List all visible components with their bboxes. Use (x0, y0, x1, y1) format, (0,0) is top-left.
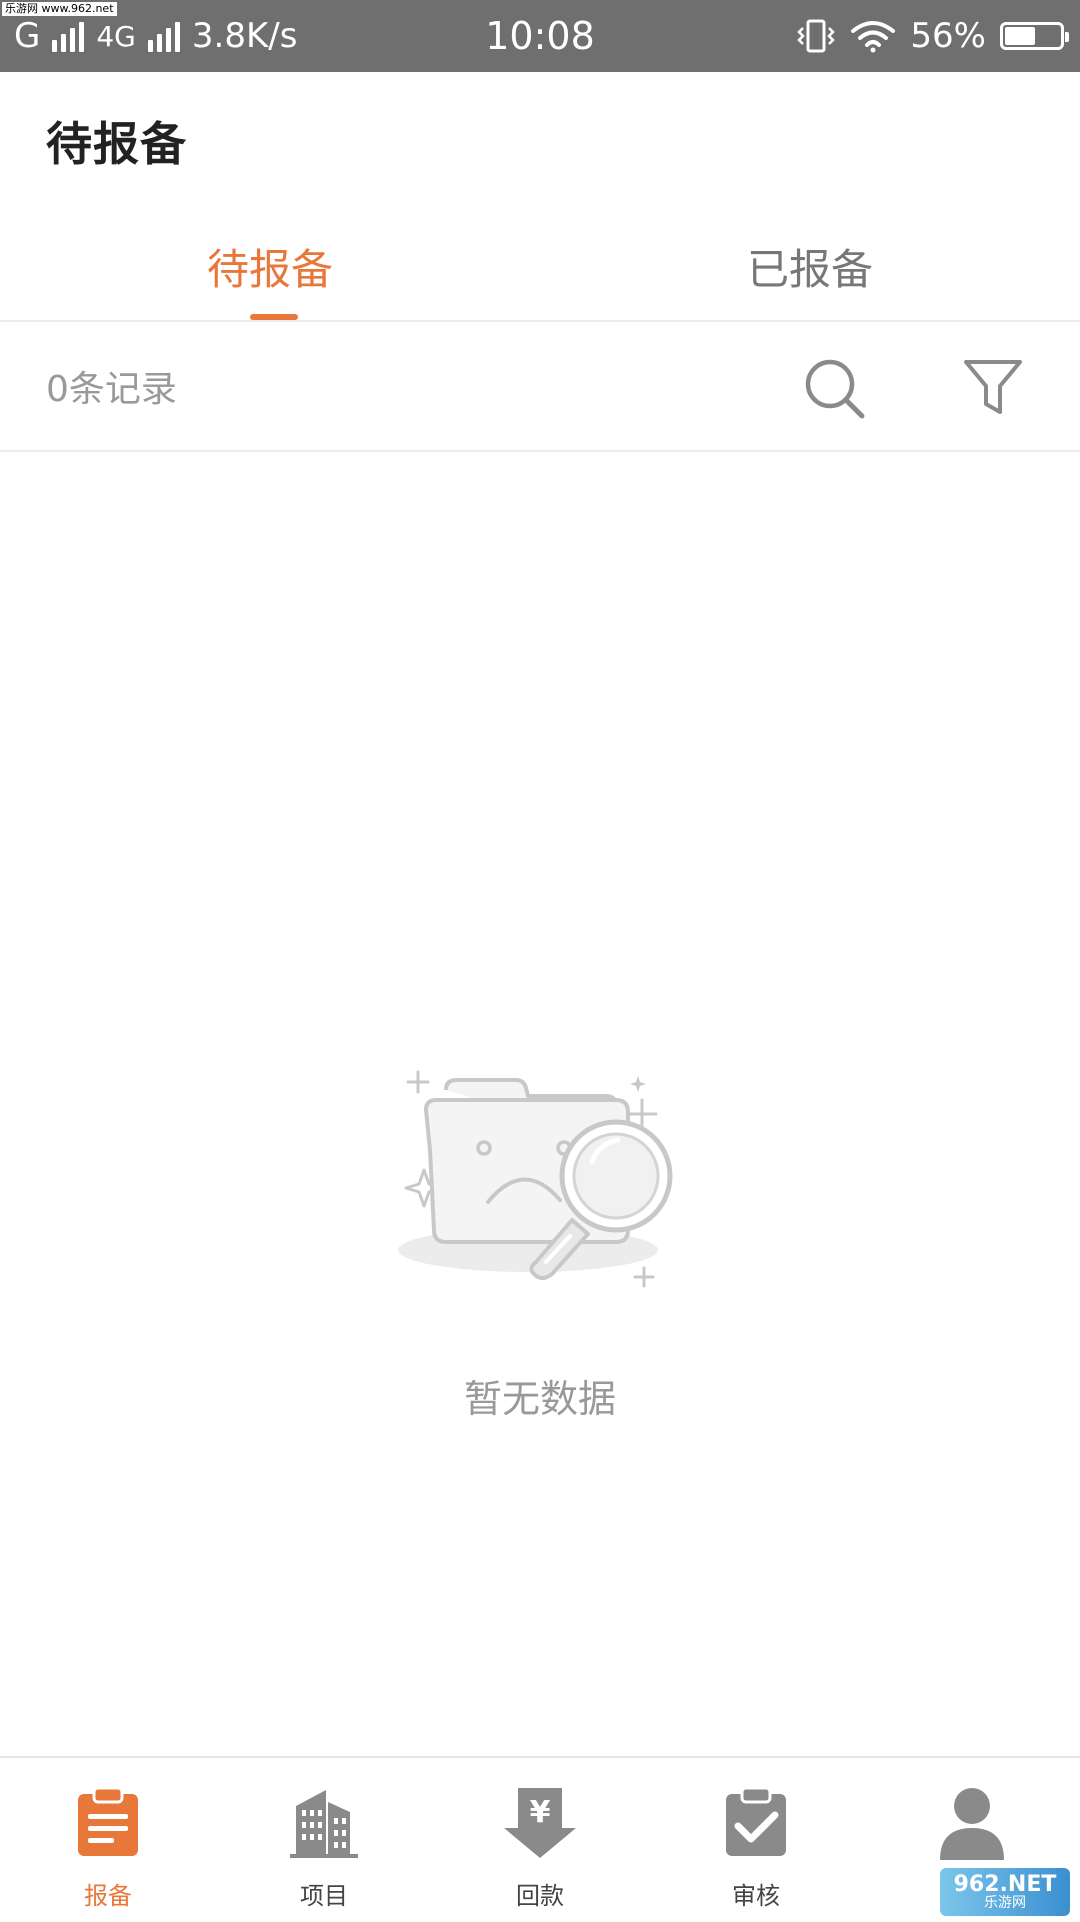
building-icon (290, 1790, 358, 1858)
carrier-2: 4G (96, 19, 136, 53)
wifi-icon (851, 21, 896, 53)
network-speed: 3.8K/s (191, 16, 298, 56)
carrier-1: G (14, 16, 41, 56)
nav-label-report: 报备 (84, 1882, 132, 1910)
signal-icon (52, 20, 85, 52)
status-right: 56% (796, 0, 1069, 72)
tab-reported[interactable]: 已报备 (540, 220, 1080, 320)
nav-label-payment: 回款 (516, 1882, 564, 1910)
status-left: G 4G 3.8K/s (14, 0, 297, 72)
bottom-nav: 报备 项目 ¥ 回款 审核 962.NET 乐游网 (0, 1756, 1080, 1922)
watermark-sub: 乐游网 (984, 1895, 1026, 1911)
signal-icon-2 (147, 20, 180, 52)
tab-reported-label: 已报备 (746, 245, 873, 294)
search-icon (805, 359, 865, 419)
approve-clipboard-icon (726, 1786, 786, 1856)
tab-bar: 待报备 已报备 (0, 220, 1080, 322)
empty-folder-magnifier-icon (398, 1070, 673, 1288)
search-button[interactable] (800, 354, 870, 424)
tab-pending[interactable]: 待报备 (0, 220, 540, 320)
battery-icon (1000, 22, 1069, 50)
records-count: 0条记录 (46, 369, 177, 410)
report-clipboard-icon (78, 1786, 138, 1856)
svg-text:¥: ¥ (530, 1795, 551, 1830)
watermark-main: 962.NET (953, 1872, 1057, 1897)
page-title: 待报备 (46, 117, 187, 171)
nav-item-report[interactable]: 报备 (0, 1758, 216, 1922)
payment-download-icon: ¥ (504, 1788, 576, 1858)
status-bar: 乐游网 www.962.net G 4G 3.8K/s 10:08 56% (0, 0, 1080, 72)
empty-state-text: 暂无数据 (463, 1377, 616, 1421)
nav-label-audit: 审核 (732, 1882, 780, 1910)
nav-item-payment[interactable]: ¥ 回款 (432, 1758, 648, 1922)
tab-pending-label: 待报备 (206, 245, 333, 294)
filter-icon (964, 360, 1022, 414)
battery-percent: 56% (910, 16, 986, 56)
nav-item-audit[interactable]: 审核 (648, 1758, 864, 1922)
watermark-bottom: 962.NET 乐游网 (940, 1868, 1070, 1916)
user-icon (940, 1788, 1004, 1860)
tab-indicator (250, 314, 298, 320)
nav-label-project: 项目 (300, 1882, 348, 1910)
filter-button[interactable] (958, 354, 1028, 424)
records-bar: 0条记录 (0, 322, 1080, 452)
vibrate-icon (797, 19, 836, 53)
nav-item-project[interactable]: 项目 (216, 1758, 432, 1922)
